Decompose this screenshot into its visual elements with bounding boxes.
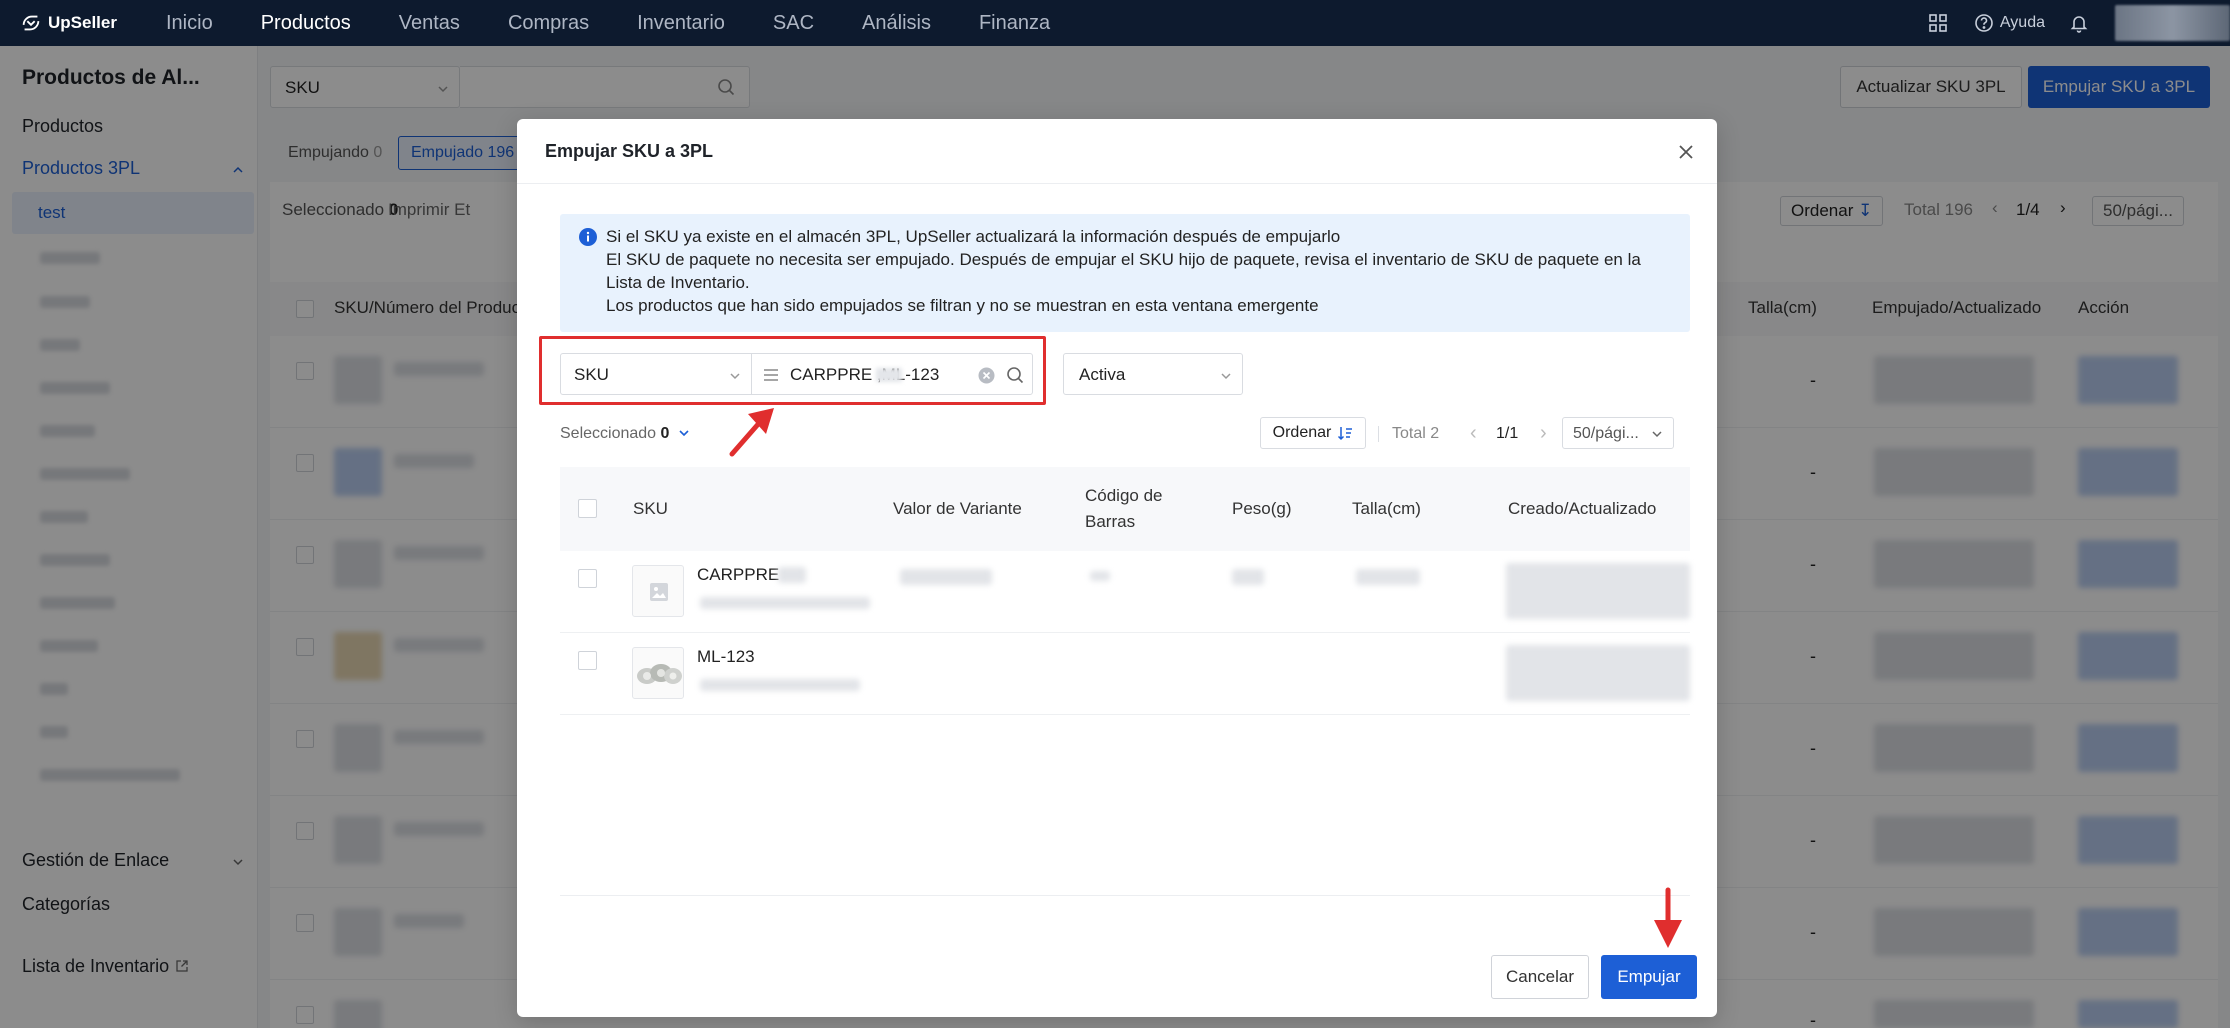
bell-icon[interactable] <box>2069 13 2089 33</box>
nav-finanza[interactable]: Finanza <box>955 0 1074 46</box>
page-size-value: 50/pági... <box>1573 425 1639 442</box>
sku-table-header: SKU Valor de Variante Código de Barras P… <box>560 467 1690 551</box>
col-created: Creado/Actualizado <box>1508 499 1657 518</box>
info-line-3: Lista de Inventario. <box>606 273 750 292</box>
sort-label: Ordenar <box>1272 424 1332 441</box>
row-barcode-blurred <box>1090 571 1110 581</box>
col-variant: Valor de Variante <box>893 499 1022 518</box>
row-checkbox[interactable] <box>578 569 597 588</box>
nav-analisis[interactable]: Análisis <box>838 0 955 46</box>
info-icon <box>579 228 597 246</box>
modal-header-divider <box>517 183 1717 184</box>
chevron-down-icon <box>1652 431 1662 438</box>
row-subtext-blurred <box>700 597 870 609</box>
nav-inicio[interactable]: Inicio <box>142 0 237 46</box>
selected-label: Seleccionado <box>560 425 657 442</box>
nav-inventario[interactable]: Inventario <box>613 0 749 46</box>
page-size-select[interactable]: 50/pági... <box>1562 417 1674 449</box>
cancel-button[interactable]: Cancelar <box>1491 955 1589 999</box>
row-variant-blurred <box>900 569 992 585</box>
modal-title: Empujar SKU a 3PL <box>545 141 714 161</box>
product-image <box>637 664 682 684</box>
ops-separator <box>1378 426 1379 442</box>
info-notice: Si el SKU ya existe en el almacén 3PL, U… <box>560 214 1690 332</box>
col-barcode-line-2: Barras <box>1085 512 1136 531</box>
row-created-blurred <box>1506 645 1690 701</box>
col-size: Talla(cm) <box>1352 499 1421 518</box>
product-thumbnail <box>632 565 684 617</box>
user-avatar[interactable] <box>2115 5 2230 41</box>
info-line-1: Si el SKU ya existe en el almacén 3PL, U… <box>606 227 1341 246</box>
status-select[interactable]: Activa <box>1063 353 1243 395</box>
chevron-right-icon[interactable]: › <box>1540 422 1547 445</box>
image-placeholder-icon <box>650 583 668 601</box>
chevron-left-icon[interactable]: ‹ <box>1470 422 1477 445</box>
product-thumbnail <box>632 647 684 699</box>
row-checkbox[interactable] <box>578 651 597 670</box>
sort-button[interactable]: Ordenar <box>1260 417 1366 449</box>
row-subtext-blurred <box>700 679 860 691</box>
row-sku: ML-123 <box>697 647 755 666</box>
annotation-arrow-icon <box>729 408 774 457</box>
nav-sac[interactable]: SAC <box>749 0 838 46</box>
page-indicator: 1/1 <box>1496 425 1519 442</box>
push-sku-modal: Empujar SKU a 3PL Si el SKU ya existe en… <box>517 119 1717 1017</box>
row-size-blurred <box>1356 569 1420 585</box>
row-sku: CARPPRE <box>697 565 780 584</box>
close-icon[interactable] <box>1677 143 1695 161</box>
row-created-blurred <box>1506 563 1690 619</box>
annotation-arrow-icon <box>1654 887 1682 948</box>
info-line-4: Los productos que han sido empujados se … <box>606 296 1319 315</box>
selected-count[interactable]: Seleccionado 0 <box>560 425 690 443</box>
nav-compras[interactable]: Compras <box>484 0 613 46</box>
upseller-logo-icon <box>22 15 40 31</box>
brand-name: UpSeller <box>48 13 117 32</box>
nav-ventas[interactable]: Ventas <box>375 0 484 46</box>
apps-grid-icon[interactable] <box>1928 13 1948 33</box>
selected-value: 0 <box>660 425 670 442</box>
table-row: CARPPRE <box>560 551 1690 633</box>
push-button[interactable]: Empujar <box>1601 955 1697 999</box>
nav-productos[interactable]: Productos <box>237 0 375 46</box>
col-barcode-line-1: Código de <box>1085 486 1163 505</box>
modal-footer-divider <box>560 895 1690 896</box>
select-all-checkbox[interactable] <box>578 499 597 518</box>
main-nav: Inicio Productos Ventas Compras Inventar… <box>142 0 1074 46</box>
sort-icon <box>1338 427 1353 441</box>
total-count: Total 2 <box>1392 425 1440 442</box>
redacted-sku-fragment <box>778 567 806 583</box>
col-barcode: Código de Barras <box>1085 483 1163 535</box>
help-icon <box>1975 14 1993 32</box>
top-right-tools: Ayuda <box>1928 0 2230 46</box>
chevron-down-icon <box>679 430 689 437</box>
table-row: ML-123 <box>560 633 1690 715</box>
top-navigation-bar: UpSeller Inicio Productos Ventas Compras… <box>0 0 2230 46</box>
highlight-box <box>539 336 1046 405</box>
info-line-2: El SKU de paquete no necesita ser empuja… <box>606 250 1641 269</box>
col-sku: SKU <box>633 499 668 518</box>
row-weight-blurred <box>1232 569 1264 585</box>
col-weight: Peso(g) <box>1232 499 1292 518</box>
chevron-down-icon <box>1221 373 1231 380</box>
help-link[interactable]: Ayuda <box>1974 13 2045 33</box>
status-value: Activa <box>1079 365 1126 384</box>
upseller-logo[interactable]: UpSeller <box>20 12 142 34</box>
help-label: Ayuda <box>1999 14 2045 31</box>
